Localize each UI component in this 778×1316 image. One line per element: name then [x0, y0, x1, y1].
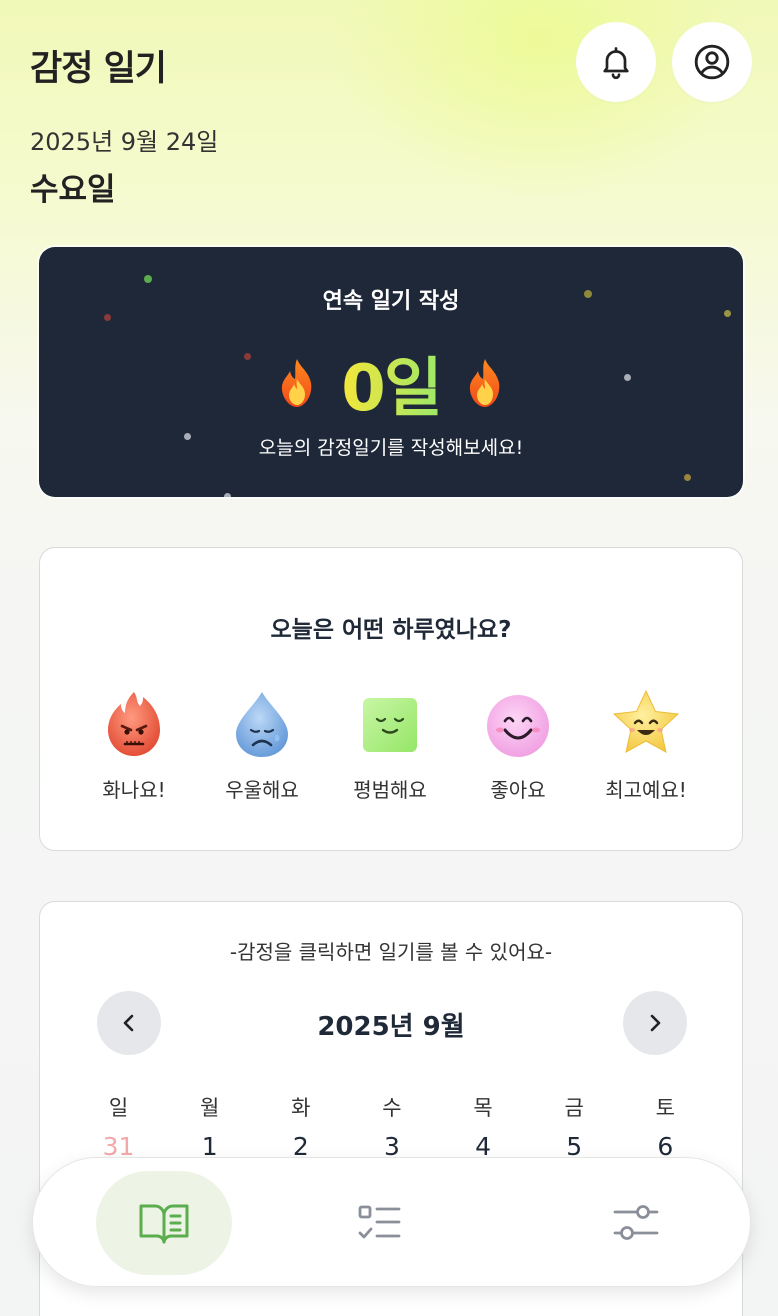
emotion-label: 우울해요 [225, 778, 299, 802]
streak-card: 연속 일기 작성 0일 오늘의 감정일기를 작성해보세요! [39, 247, 743, 497]
calendar-weekday-row: 일 월 화 수 목 금 토 [73, 1092, 711, 1122]
streak-count: 0일 [341, 337, 442, 429]
streak-count-row: 0일 [39, 337, 743, 429]
weekday-label: 화 [291, 1096, 311, 1120]
current-weekday: 수요일 [30, 172, 116, 208]
calendar-hint: -감정을 클릭하면 일기를 볼 수 있어요- [229, 940, 553, 964]
next-month-button[interactable] [623, 991, 687, 1055]
emotion-sad-button[interactable]: 우울해요 [202, 688, 322, 803]
emotion-question: 오늘은 어떤 하루였나요? [270, 617, 512, 643]
sliders-icon [613, 1205, 659, 1240]
decor-dot [224, 493, 231, 497]
streak-title: 연속 일기 작성 [322, 289, 460, 314]
decor-dot [104, 314, 111, 321]
weekday-label: 토 [655, 1096, 675, 1120]
weekday-label: 목 [473, 1096, 493, 1120]
sad-drop-icon [236, 692, 288, 757]
weekday-label: 금 [564, 1096, 584, 1120]
decor-dot [684, 474, 691, 481]
fire-icon [469, 359, 500, 407]
bell-icon [603, 47, 629, 80]
emotion-label: 최고예요! [605, 778, 687, 802]
open-book-icon [139, 1204, 189, 1244]
emotion-best-button[interactable]: 최고예요! [586, 688, 706, 803]
emotion-label: 화나요! [102, 778, 166, 802]
fire-icon [282, 359, 312, 407]
chevron-right-icon [650, 1014, 661, 1032]
angry-flame-icon [108, 692, 160, 756]
happy-circle-icon [487, 695, 549, 757]
emotion-list: 화나요! 우울해요 평범해요 좋아요 최고예요! [40, 688, 742, 808]
profile-button[interactable] [672, 22, 752, 102]
emotion-good-button[interactable]: 좋아요 [458, 688, 578, 803]
weekday-label: 수 [382, 1096, 402, 1120]
neutral-square-icon [363, 698, 417, 752]
nav-list-tab[interactable] [312, 1171, 448, 1275]
emotion-angry-button[interactable]: 화나요! [74, 688, 194, 803]
nav-settings-tab[interactable] [568, 1171, 704, 1275]
nav-diary-tab[interactable] [96, 1171, 232, 1275]
notifications-button[interactable] [576, 22, 656, 102]
star-icon [612, 689, 680, 753]
weekday-label: 일 [108, 1096, 129, 1120]
streak-message: 오늘의 감정일기를 작성해보세요! [258, 437, 524, 459]
decor-dot [144, 275, 152, 283]
emotion-label: 좋아요 [490, 778, 546, 802]
emotion-neutral-button[interactable]: 평범해요 [330, 688, 450, 803]
current-date: 2025년 9월 24일 [30, 128, 219, 156]
checklist-icon [358, 1205, 401, 1239]
emotion-label: 평범해요 [353, 778, 427, 802]
user-circle-icon [694, 44, 730, 80]
emotion-card: 오늘은 어떤 하루였나요? 화나요! 우울해요 평범해요 좋아요 최고예요! [39, 547, 743, 851]
weekday-label: 월 [200, 1096, 220, 1120]
app-title: 감정 일기 [30, 49, 167, 89]
bottom-nav [32, 1157, 751, 1287]
